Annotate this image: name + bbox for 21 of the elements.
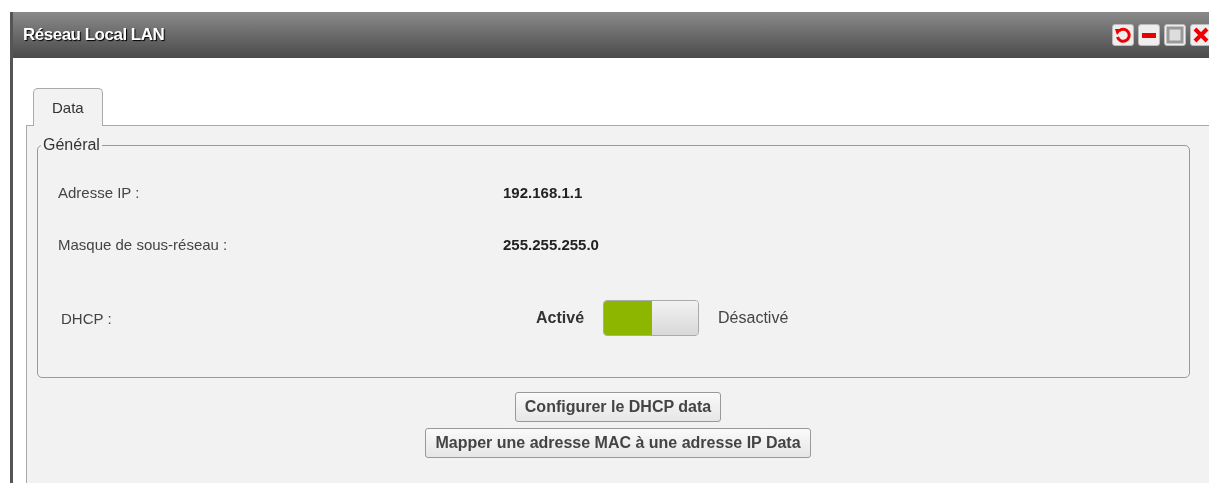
refresh-button[interactable] — [1112, 24, 1134, 46]
close-icon — [1192, 26, 1209, 44]
maximize-button[interactable] — [1164, 24, 1186, 46]
field-value: 192.168.1.1 — [503, 183, 583, 201]
field-label: Adresse IP : — [58, 183, 141, 201]
switch-on-label: Activé — [536, 309, 585, 327]
action-button[interactable]: Mapper une adresse MAC à une adresse IP Data — [425, 428, 811, 458]
tab[interactable]: Data — [33, 88, 103, 126]
maximize-icon — [1166, 26, 1184, 44]
field-label: DHCP : — [60, 309, 113, 327]
field-value: 255.255.255.0 — [503, 235, 599, 253]
window-title: Réseau Local LAN — [23, 25, 165, 45]
field-label: Masque de sous-réseau : — [58, 235, 229, 253]
minimize-button[interactable] — [1138, 24, 1160, 46]
minimize-icon — [1142, 32, 1156, 38]
refresh-icon — [1114, 26, 1132, 44]
close-button[interactable] — [1190, 24, 1209, 46]
switch-off-label: Désactivé — [718, 309, 789, 327]
toggle-switch[interactable] — [603, 300, 700, 336]
fieldset-legend: Général — [41, 136, 102, 154]
action-button[interactable]: Configurer le DHCP data — [514, 392, 722, 422]
